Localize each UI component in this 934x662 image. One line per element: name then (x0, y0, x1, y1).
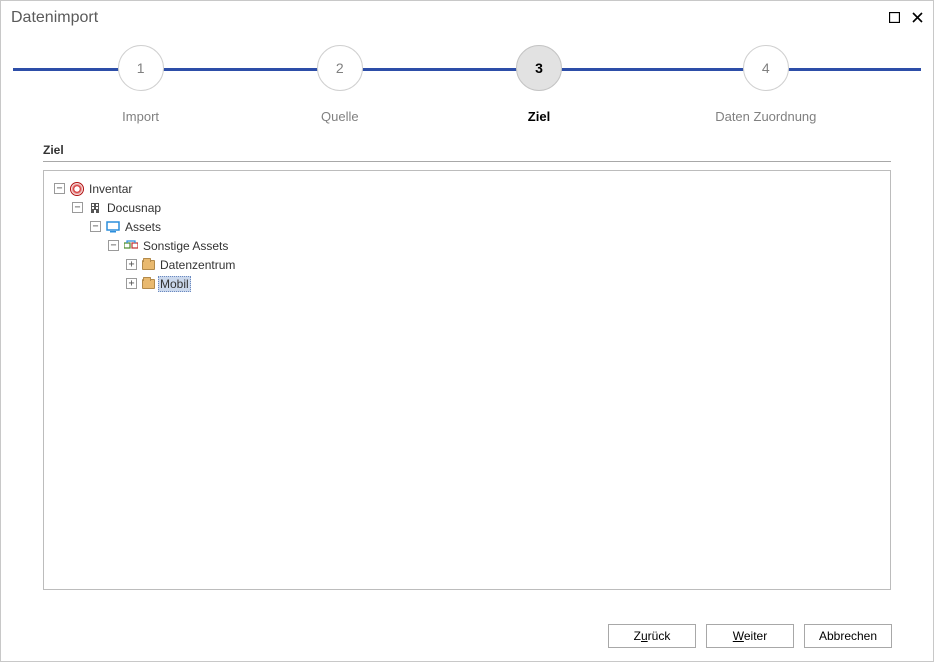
window-controls (889, 12, 923, 25)
collapse-icon[interactable]: − (90, 221, 101, 232)
collapse-icon[interactable]: − (108, 240, 119, 251)
step-label: Ziel (528, 109, 550, 124)
wizard-steps: 1 Import 2 Quelle 3 Ziel 4 Daten Zuordnu… (1, 45, 933, 135)
cancel-button[interactable]: Abbrechen (804, 624, 892, 648)
tree-view[interactable]: − Inventar − Docusnap − Assets − Sonstig… (43, 170, 891, 590)
wizard-step-quelle[interactable]: 2 Quelle (317, 45, 363, 124)
tree-node-mobil[interactable]: + Mobil (50, 274, 884, 293)
step-label: Daten Zuordnung (715, 109, 816, 124)
step-number: 2 (317, 45, 363, 91)
folder-icon (142, 279, 155, 289)
step-label: Import (122, 109, 159, 124)
back-button[interactable]: Zurück (608, 624, 696, 648)
collapse-icon[interactable]: − (72, 202, 83, 213)
wizard-step-ziel[interactable]: 3 Ziel (516, 45, 562, 124)
tree-label: Inventar (87, 182, 134, 196)
window-title: Datenimport (11, 9, 889, 27)
tree-node-assets[interactable]: − Assets (50, 217, 884, 236)
tree-node-sonstige-assets[interactable]: − Sonstige Assets (50, 236, 884, 255)
folder-icon (142, 260, 155, 270)
button-bar: Zurück Weiter Abbrechen (608, 624, 892, 648)
step-number: 3 (516, 45, 562, 91)
tree-label: Docusnap (105, 201, 163, 215)
maximize-icon[interactable] (889, 12, 900, 25)
titlebar: Datenimport (1, 1, 933, 35)
wizard-step-zuordnung[interactable]: 4 Daten Zuordnung (715, 45, 816, 124)
assets-icon (106, 220, 120, 234)
wizard-step-import[interactable]: 1 Import (118, 45, 164, 124)
section-divider (43, 161, 891, 162)
step-number: 4 (743, 45, 789, 91)
tree-label: Assets (123, 220, 163, 234)
tree-label: Mobil (158, 276, 191, 292)
inventory-icon (70, 182, 84, 196)
step-label: Quelle (321, 109, 359, 124)
close-icon[interactable] (912, 12, 923, 25)
tree-label: Datenzentrum (158, 258, 237, 272)
expand-icon[interactable]: + (126, 259, 137, 270)
tree-label: Sonstige Assets (141, 239, 230, 253)
expand-icon[interactable]: + (126, 278, 137, 289)
tree-node-inventar[interactable]: − Inventar (50, 179, 884, 198)
collapse-icon[interactable]: − (54, 183, 65, 194)
other-assets-icon (124, 239, 138, 253)
section-title: Ziel (1, 143, 933, 157)
next-button[interactable]: Weiter (706, 624, 794, 648)
step-number: 1 (118, 45, 164, 91)
tree-node-docusnap[interactable]: − Docusnap (50, 198, 884, 217)
company-icon (88, 201, 102, 215)
tree-node-datenzentrum[interactable]: + Datenzentrum (50, 255, 884, 274)
